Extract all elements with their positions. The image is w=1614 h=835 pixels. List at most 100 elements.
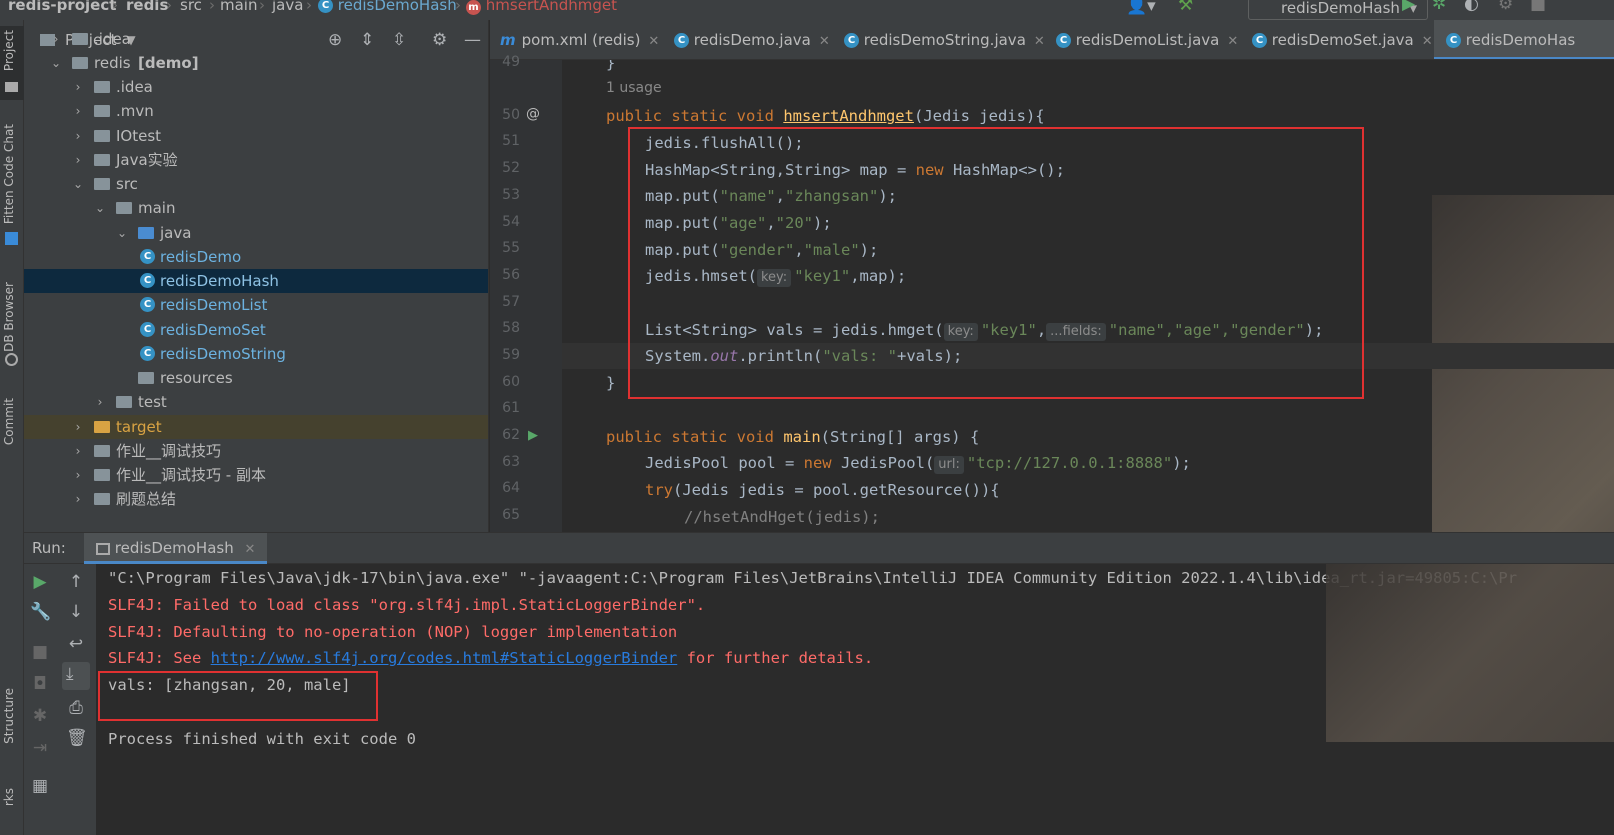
stop-icon[interactable]: ■ (30, 642, 50, 662)
breadcrumb-separator: › (455, 0, 461, 14)
tree-item-target[interactable]: › target (24, 415, 488, 439)
tree-item-idea[interactable]: › .idea (24, 27, 488, 51)
chevron-right-icon[interactable]: › (94, 390, 106, 414)
tool-project[interactable]: Project (2, 30, 16, 71)
tree-item-redisdemoset[interactable]: CredisDemoSet (24, 318, 488, 342)
tab-redisdemohash[interactable]: C redisDemoHas (1434, 20, 1614, 59)
scroll-to-end-toggle[interactable]: ⤓ (62, 662, 90, 690)
tree-item-redisdemolist[interactable]: CredisDemoList (24, 293, 488, 317)
tool-structure[interactable]: Structure (2, 688, 16, 744)
chevron-down-icon[interactable]: ⌄ (50, 51, 62, 75)
breadcrumb-java[interactable]: java (272, 0, 303, 14)
breadcrumb-src[interactable]: src (180, 0, 202, 14)
line-number: 57 (502, 294, 520, 310)
tab-redisdemo[interactable]: C redisDemo.java ✕ (674, 20, 830, 59)
trash-icon[interactable]: 🗑 (66, 728, 88, 748)
run-configuration-select[interactable]: redisDemoHash ▾ (1248, 0, 1428, 20)
close-icon[interactable]: ✕ (1227, 34, 1238, 49)
user-icon[interactable]: 👤▾ (1126, 0, 1156, 16)
tool-db-browser[interactable]: DB Browser (2, 282, 16, 352)
stop-icon[interactable]: ■ (1530, 0, 1546, 14)
tree-item-idea[interactable]: › .idea (24, 75, 488, 99)
debug-icon[interactable]: ✲ (1432, 0, 1446, 14)
tab-redisdemoset[interactable]: C redisDemoSet.java ✕ (1252, 20, 1433, 59)
code-line-63: JedisPool pool = new JedisPool(url: "tcp:… (645, 454, 1191, 474)
tree-item-resources[interactable]: resources (24, 366, 488, 390)
tree-item-redisdemo[interactable]: CredisDemo (24, 245, 488, 269)
run-console[interactable]: "C:\Program Files\Java\jdk-17\bin\java.e… (96, 564, 1614, 835)
layout-icon[interactable]: ▦ (30, 776, 50, 796)
chevron-right-icon[interactable]: › (50, 27, 62, 51)
build-hammer-icon[interactable]: ⚒ (1178, 0, 1193, 15)
chevron-right-icon[interactable]: › (72, 439, 84, 463)
tool-bookmarks[interactable]: rks (2, 788, 16, 806)
chevron-right-icon[interactable]: › (72, 463, 84, 487)
folder-icon (116, 396, 132, 408)
tab-redisdemolist[interactable]: C redisDemoList.java ✕ (1056, 20, 1238, 59)
slf4j-link[interactable]: http://www.slf4j.org/codes.html#StaticLo… (211, 649, 678, 667)
tree-item-label: redisDemoSet (160, 321, 266, 339)
breadcrumb-module[interactable]: redis (126, 0, 168, 14)
tool-fitten-code-chat[interactable]: Fitten Code Chat (2, 124, 16, 224)
tab-pom-xml[interactable]: m pom.xml (redis) ✕ (500, 20, 659, 59)
chevron-down-icon[interactable]: ⌄ (94, 196, 106, 220)
code-line-60: } (606, 374, 616, 392)
tree-item-redisdemohash[interactable]: CredisDemoHash (24, 269, 488, 293)
close-icon[interactable]: ✕ (245, 542, 256, 557)
breadcrumb-class[interactable]: C redisDemoHash (318, 0, 457, 14)
scroll-to-end-icon: ⤓ (66, 664, 74, 684)
close-icon[interactable]: ✕ (819, 34, 830, 49)
usage-hint[interactable]: 1 usage (606, 80, 662, 96)
override-at-icon[interactable]: @ (526, 106, 540, 122)
print-icon[interactable]: ⎙ (66, 698, 86, 718)
class-icon: C (1056, 33, 1071, 48)
tree-item-java[interactable]: ⌄ java (24, 221, 488, 245)
rerun-icon[interactable]: ▶ (30, 572, 50, 592)
chevron-right-icon[interactable]: › (72, 75, 84, 99)
breadcrumb-project[interactable]: redis-project (8, 0, 116, 14)
tree-item-iotest[interactable]: › IOtest (24, 124, 488, 148)
chevron-right-icon[interactable]: › (72, 99, 84, 123)
code-line-65: //hsetAndHget(jedis); (684, 508, 880, 526)
run-tab[interactable]: redisDemoHash ✕ (84, 533, 268, 564)
tool-commit[interactable]: Commit (2, 398, 16, 445)
tree-item-src[interactable]: ⌄ src (24, 172, 488, 196)
run-gutter-icon[interactable]: ▶ (528, 428, 538, 443)
run-icon[interactable]: ▶ (1402, 0, 1415, 14)
class-icon: C (1446, 33, 1461, 48)
chevron-down-icon[interactable]: ⌄ (116, 221, 128, 245)
chevron-right-icon[interactable]: › (72, 124, 84, 148)
tree-item-[interactable]: › 作业__调试技巧 (24, 439, 488, 463)
up-arrow-icon[interactable]: ↑ (66, 572, 86, 592)
tree-item-java[interactable]: › Java实验 (24, 148, 488, 172)
tree-item-redisdemostring[interactable]: CredisDemoString (24, 342, 488, 366)
tree-item-[interactable]: › 作业__调试技巧 - 副本 (24, 463, 488, 487)
close-icon[interactable]: ✕ (1034, 34, 1045, 49)
breadcrumb-method[interactable]: m hmsertAndhmget (466, 0, 617, 15)
tree-item-[interactable]: › 刷题总结 (24, 487, 488, 511)
chevron-right-icon[interactable]: › (72, 487, 84, 511)
camera-icon[interactable]: ◘ (30, 674, 50, 694)
profile-icon[interactable]: ⚙ (1498, 0, 1513, 14)
close-icon[interactable]: ✕ (648, 34, 659, 49)
tree-item-test[interactable]: › test (24, 390, 488, 414)
down-arrow-icon[interactable]: ↓ (66, 602, 86, 622)
wrench-icon[interactable]: 🔧 (30, 602, 51, 622)
breadcrumb-main[interactable]: main (220, 0, 257, 14)
soft-wrap-icon[interactable]: ↩ (66, 634, 86, 654)
chevron-down-icon[interactable]: ⌄ (72, 172, 84, 196)
coverage-icon[interactable]: ◐ (1464, 0, 1479, 14)
left-tool-strip: Project Fitten Code Chat DB Browser Comm… (0, 20, 24, 835)
tree-item-redis[interactable]: ⌄ redis [demo] (24, 51, 488, 75)
code-area[interactable]: } 1 usage public static void hmsertAndhm… (562, 60, 1614, 532)
tab-redisdemostring[interactable]: C redisDemoString.java ✕ (844, 20, 1045, 59)
line-number: 60 (502, 374, 520, 390)
chevron-right-icon[interactable]: › (72, 415, 84, 439)
tree-item-main[interactable]: ⌄ main (24, 196, 488, 220)
exit-icon[interactable]: ⇥ (30, 738, 50, 758)
folder-icon (94, 421, 110, 433)
settings-icon[interactable]: ✱ (30, 706, 50, 726)
tree-item-mvn[interactable]: › .mvn (24, 99, 488, 123)
close-icon[interactable]: ✕ (1422, 34, 1433, 49)
chevron-right-icon[interactable]: › (72, 148, 84, 172)
